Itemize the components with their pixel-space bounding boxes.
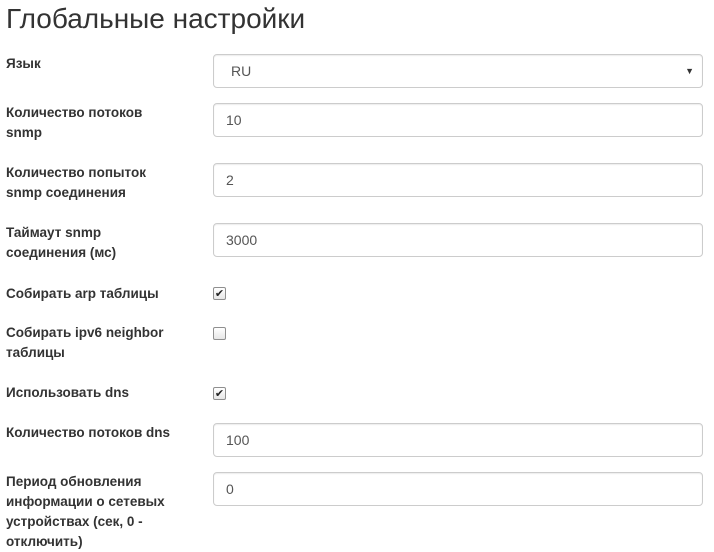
checkmark-icon: ✔ [214, 287, 225, 300]
language-label: Язык [6, 54, 186, 74]
dns-threads-label-text: Количество потоков dns [6, 425, 171, 440]
snmp-retries-label-line1: Количество попыток [6, 165, 146, 180]
snmp-threads-input[interactable] [213, 103, 703, 137]
snmp-timeout-label: Таймаут snmp соединения (мс) [6, 223, 186, 263]
collect-arp-label-text: Собирать arp таблицы [6, 286, 159, 301]
snmp-retries-label: Количество попыток snmp соединения [6, 163, 186, 203]
collect-ipv6-label-line2: таблицы [6, 345, 65, 360]
snmp-threads-label-line2: snmp [6, 125, 43, 140]
refresh-period-label-line3: устройствах (сек, 0 - [6, 514, 143, 529]
chevron-down-icon: ▼ [685, 66, 694, 76]
refresh-period-label-line1: Период обновления [6, 474, 142, 489]
snmp-timeout-label-line2: соединения (мс) [6, 245, 117, 260]
collect-ipv6-label-line1: Собирать ipv6 neighbor [6, 325, 164, 340]
refresh-period-label-line2: информации о сетевых [6, 494, 165, 509]
dns-threads-label: Количество потоков dns [6, 423, 186, 443]
use-dns-label: Использовать dns [6, 383, 186, 403]
use-dns-checkbox[interactable]: ✔ [213, 387, 226, 400]
use-dns-label-text: Использовать dns [6, 385, 130, 400]
checkmark-icon: ✔ [214, 387, 225, 400]
collect-arp-checkbox[interactable]: ✔ [213, 287, 226, 300]
snmp-timeout-input[interactable] [213, 223, 703, 257]
snmp-timeout-label-line1: Таймаут snmp [6, 225, 102, 240]
refresh-period-label-line4: отключить) [6, 534, 83, 549]
snmp-threads-label-line1: Количество потоков [6, 105, 143, 120]
collect-ipv6-checkbox[interactable] [213, 327, 226, 340]
collect-arp-label: Собирать arp таблицы [6, 284, 186, 304]
language-label-text: Язык [6, 56, 41, 71]
language-select-value: RU [231, 63, 252, 79]
refresh-period-label: Период обновления информации о сетевых у… [6, 472, 186, 552]
refresh-period-input[interactable] [213, 472, 703, 506]
language-select[interactable]: RU ▼ [213, 54, 703, 88]
snmp-threads-label: Количество потоков snmp [6, 103, 186, 143]
snmp-retries-label-line2: snmp соединения [6, 185, 126, 200]
collect-ipv6-label: Собирать ipv6 neighbor таблицы [6, 323, 186, 363]
snmp-retries-input[interactable] [213, 163, 703, 197]
dns-threads-input[interactable] [213, 423, 703, 457]
page-title: Глобальные настройки [6, 3, 306, 34]
